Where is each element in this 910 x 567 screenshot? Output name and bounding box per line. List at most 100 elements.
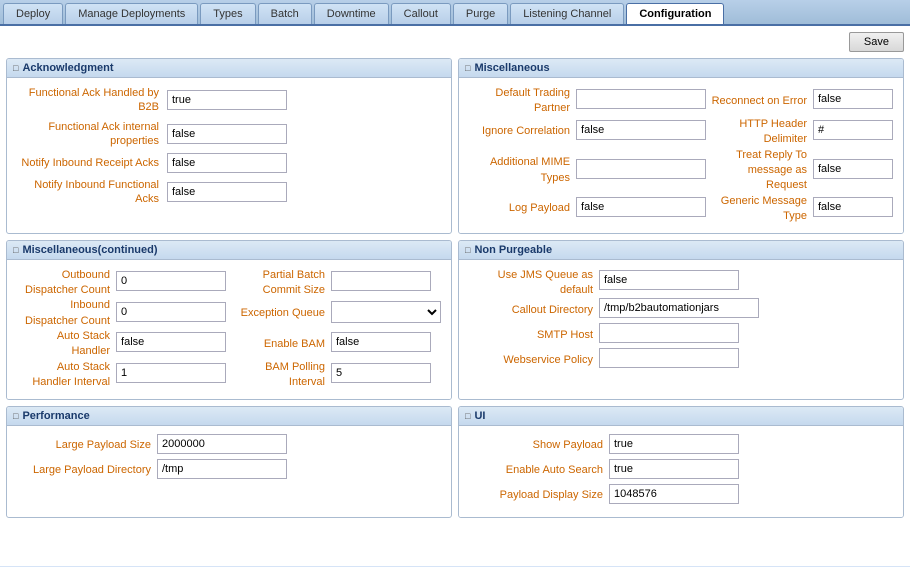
np-row-jms: Use JMS Queue as default	[469, 268, 893, 299]
miscellaneous-continued-title: Miscellaneous(continued)	[22, 244, 157, 256]
ack-input-1[interactable]	[167, 90, 287, 110]
ui-label-auto-search: Enable Auto Search	[469, 459, 609, 484]
misc2-row-stack-interval: Auto Stack Handler Interval BAM Polling …	[17, 360, 441, 391]
perf-input-payload-dir[interactable]	[157, 459, 287, 479]
np-input-smtp[interactable]	[599, 323, 739, 343]
ui-title: UI	[474, 410, 485, 422]
misc2-input-bam-polling[interactable]	[331, 363, 431, 383]
tab-deploy[interactable]: Deploy	[3, 3, 63, 24]
np-input-jms[interactable]	[599, 270, 739, 290]
misc2-input-outbound[interactable]	[116, 271, 226, 291]
main-content: Save □ Acknowledgment Functional Ack Han…	[0, 26, 910, 566]
performance-title: Performance	[22, 410, 89, 422]
ack-row-2: Functional Ack internal properties	[17, 120, 441, 149]
misc2-row-bam: Auto Stack Handler Enable BAM	[17, 329, 441, 360]
np-label-callout: Callout Directory	[469, 298, 599, 323]
ui-header: □ UI	[459, 407, 903, 426]
misc2-row-inbound: Inbound Dispatcher Count Exception Queue	[17, 298, 441, 329]
save-button[interactable]: Save	[849, 32, 904, 52]
tab-types[interactable]: Types	[200, 3, 255, 24]
tab-listening[interactable]: Listening Channel	[510, 3, 624, 24]
performance-collapse-icon[interactable]: □	[13, 411, 18, 421]
misc2-label-partial: Partial Batch Commit Size	[233, 268, 331, 299]
misc-table: Default Trading Partner Reconnect on Err…	[469, 86, 893, 225]
misc-input-correlation[interactable]	[576, 120, 706, 140]
misc2-label-bam-polling: BAM Polling Interval	[233, 360, 331, 391]
np-table: Use JMS Queue as default Callout Directo…	[469, 268, 893, 374]
ui-input-auto-search[interactable]	[609, 459, 739, 479]
misc-label-log: Log Payload	[469, 194, 576, 225]
miscellaneous-collapse-icon[interactable]: □	[465, 63, 470, 73]
misc2-label-auto-stack: Auto Stack Handler	[17, 329, 116, 360]
acknowledgment-header: □ Acknowledgment	[7, 59, 451, 78]
tab-bar: Deploy Manage Deployments Types Batch Do…	[0, 0, 910, 26]
miscellaneous-title: Miscellaneous	[474, 62, 549, 74]
misc2-select-exception[interactable]	[331, 301, 441, 323]
misc2-input-inbound[interactable]	[116, 302, 226, 322]
acknowledgment-title: Acknowledgment	[22, 62, 113, 74]
ack-label-3: Notify Inbound Receipt Acks	[17, 156, 167, 170]
tab-purge[interactable]: Purge	[453, 3, 508, 24]
panels-grid: □ Acknowledgment Functional Ack Handled …	[6, 58, 904, 518]
misc-input-trading-partner[interactable]	[576, 89, 706, 109]
ack-input-4[interactable]	[167, 182, 287, 202]
ui-row-display-size: Payload Display Size	[469, 484, 893, 509]
ui-body: Show Payload Enable Auto Search Payload …	[459, 426, 903, 517]
performance-body: Large Payload Size Large Payload Directo…	[7, 426, 451, 492]
misc-input-reconnect[interactable]	[813, 89, 893, 109]
misc-label-correlation: Ignore Correlation	[469, 117, 576, 148]
tab-batch[interactable]: Batch	[258, 3, 312, 24]
miscellaneous-body: Default Trading Partner Reconnect on Err…	[459, 78, 903, 233]
misc-input-http[interactable]	[813, 120, 893, 140]
misc2-label-stack-interval: Auto Stack Handler Interval	[17, 360, 116, 391]
ack-row-1: Functional Ack Handled by B2B	[17, 86, 441, 115]
performance-header: □ Performance	[7, 407, 451, 426]
misc-row-mime: Additional MIME Types Treat Reply To mes…	[469, 148, 893, 194]
perf-table: Large Payload Size Large Payload Directo…	[17, 434, 441, 484]
ui-input-show-payload[interactable]	[609, 434, 739, 454]
perf-input-payload-size[interactable]	[157, 434, 287, 454]
misc-row-correlation: Ignore Correlation HTTP Header Delimiter	[469, 117, 893, 148]
ack-label-2: Functional Ack internal properties	[17, 120, 167, 149]
non-purgeable-panel: □ Non Purgeable Use JMS Queue as default…	[458, 240, 904, 400]
np-input-callout[interactable]	[599, 298, 759, 318]
np-input-webservice[interactable]	[599, 348, 739, 368]
ack-input-3[interactable]	[167, 153, 287, 173]
ui-panel: □ UI Show Payload Enable Auto Search	[458, 406, 904, 518]
misc2-input-stack-interval[interactable]	[116, 363, 226, 383]
misc-row-trading-partner: Default Trading Partner Reconnect on Err…	[469, 86, 893, 117]
misc-input-log[interactable]	[576, 197, 706, 217]
miscellaneous-continued-collapse-icon[interactable]: □	[13, 245, 18, 255]
ack-input-2[interactable]	[167, 124, 287, 144]
misc2-input-enable-bam[interactable]	[331, 332, 431, 352]
perf-label-payload-size: Large Payload Size	[17, 434, 157, 459]
misc2-input-auto-stack[interactable]	[116, 332, 226, 352]
performance-panel: □ Performance Large Payload Size Large P…	[6, 406, 452, 518]
acknowledgment-body: Functional Ack Handled by B2B Functional…	[7, 78, 451, 220]
tab-manage[interactable]: Manage Deployments	[65, 3, 198, 24]
misc-label-reconnect: Reconnect on Error	[706, 86, 813, 117]
ui-input-display-size[interactable]	[609, 484, 739, 504]
misc2-label-outbound: Outbound Dispatcher Count	[17, 268, 116, 299]
acknowledgment-panel: □ Acknowledgment Functional Ack Handled …	[6, 58, 452, 234]
ui-collapse-icon[interactable]: □	[465, 411, 470, 421]
acknowledgment-collapse-icon[interactable]: □	[13, 63, 18, 73]
misc2-input-partial[interactable]	[331, 271, 431, 291]
miscellaneous-continued-header: □ Miscellaneous(continued)	[7, 241, 451, 260]
misc-input-treat-reply[interactable]	[813, 159, 893, 179]
tab-callout[interactable]: Callout	[391, 3, 451, 24]
non-purgeable-collapse-icon[interactable]: □	[465, 245, 470, 255]
misc-label-generic: Generic Message Type	[706, 194, 813, 225]
tab-downtime[interactable]: Downtime	[314, 3, 389, 24]
misc-label-http: HTTP Header Delimiter	[706, 117, 813, 148]
ack-row-4: Notify Inbound Functional Acks	[17, 178, 441, 207]
perf-row-payload-dir: Large Payload Directory	[17, 459, 441, 484]
save-row: Save	[6, 32, 904, 52]
misc-input-mime[interactable]	[576, 159, 706, 179]
ui-row-auto-search: Enable Auto Search	[469, 459, 893, 484]
tab-configuration[interactable]: Configuration	[626, 3, 724, 24]
misc-input-generic[interactable]	[813, 197, 893, 217]
ack-label-1: Functional Ack Handled by B2B	[17, 86, 167, 115]
ui-label-show-payload: Show Payload	[469, 434, 609, 459]
misc2-row-outbound: Outbound Dispatcher Count Partial Batch …	[17, 268, 441, 299]
